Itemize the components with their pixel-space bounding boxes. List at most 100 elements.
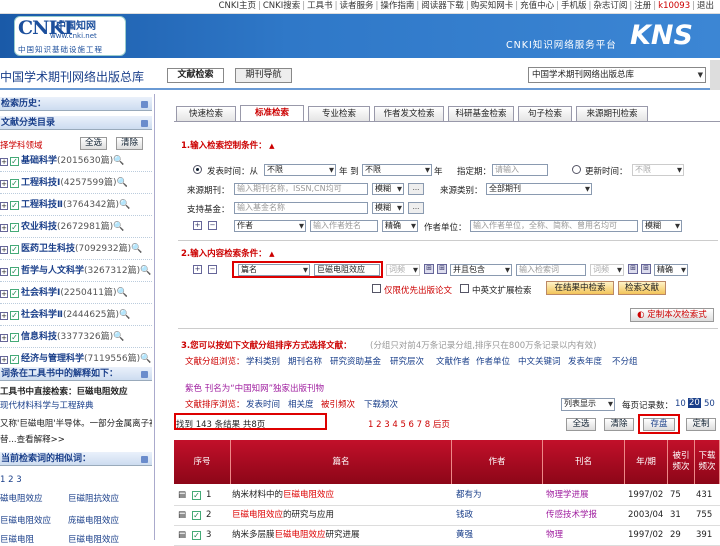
pub-year-radio[interactable]	[193, 165, 202, 174]
magnifier-icon[interactable]: 🔍	[116, 288, 127, 298]
topnav-recharge[interactable]: 充值中心	[520, 1, 554, 11]
magnifier-icon[interactable]: 🔍	[116, 178, 127, 188]
category-name[interactable]: 工程科技Ⅰ	[21, 178, 60, 188]
group-link[interactable]: 研究层次	[390, 355, 424, 367]
sort-downloads[interactable]: 下载频次	[364, 398, 398, 410]
cited-count[interactable]: 75	[670, 486, 681, 505]
group-link[interactable]: 学科类别	[246, 355, 280, 367]
per-page-10[interactable]: 10	[675, 399, 686, 409]
category-checkbox[interactable]: ✓	[10, 311, 19, 320]
term-freq-select[interactable]: 词频	[386, 264, 420, 276]
category-name[interactable]: 基础科学	[21, 156, 57, 166]
update-time-select[interactable]: 不限	[632, 164, 684, 176]
sort-cited[interactable]: 被引频次	[321, 398, 355, 410]
category-name[interactable]: 医药卫生科技	[21, 244, 75, 254]
add-row-icon[interactable]: +	[193, 221, 202, 230]
author-match-select[interactable]: 精确	[382, 220, 418, 232]
category-header[interactable]: 文献分类目录	[0, 116, 152, 130]
category-item[interactable]: + ✓ 农业科技(2672981篇)🔍	[0, 218, 152, 238]
group-link[interactable]: 文献作者	[436, 355, 470, 367]
row-checkbox[interactable]: ✓	[192, 511, 201, 520]
author-field-select[interactable]: 作者	[234, 220, 306, 232]
magnifier-icon[interactable]: 🔍	[113, 156, 124, 166]
database-select[interactable]: 中国学术期刊网络出版总库	[528, 67, 706, 83]
thesaurus2-icon[interactable]: ⊞	[641, 264, 651, 274]
tab-fund-search[interactable]: 科研基金检索	[448, 106, 514, 121]
search-in-results-button[interactable]: 在结果中检索	[546, 281, 614, 295]
expand-icon[interactable]: +	[0, 268, 8, 276]
clear-categories-button[interactable]: 清除	[116, 137, 143, 150]
category-name[interactable]: 哲学与人文科学	[21, 266, 84, 276]
expand-icon[interactable]: +	[0, 246, 8, 254]
specified-period-input[interactable]: 请输入	[492, 164, 548, 176]
clear-results-button[interactable]: 清除	[604, 418, 634, 431]
category-name[interactable]: 社会科学Ⅰ	[21, 288, 60, 298]
article-title-link[interactable]: 巨磁电阻效应的研究与应用	[232, 506, 448, 525]
group-link[interactable]: 中文关键词	[518, 355, 561, 367]
tab-journal-nav[interactable]: 期刊导航	[235, 68, 292, 83]
category-checkbox[interactable]: ✓	[10, 267, 19, 276]
topnav-home[interactable]: CNKI主页	[219, 1, 256, 11]
search-button[interactable]: 检索文献	[618, 281, 666, 295]
category-item[interactable]: + ✓ 工程科技Ⅰ(4257599篇)🔍	[0, 174, 152, 194]
related-words-header[interactable]: 当前检索词的相似词：	[0, 452, 152, 466]
content-field-select[interactable]: 篇名	[238, 264, 310, 276]
topnav-search[interactable]: CNKI搜索	[263, 1, 300, 11]
topnav-reader-download[interactable]: 阅读器下载	[421, 1, 464, 11]
related-word[interactable]: 庞磁电阻效应	[68, 514, 119, 526]
journal-link[interactable]: 物理	[546, 526, 626, 545]
category-checkbox[interactable]: ✓	[10, 333, 19, 342]
category-item[interactable]: + ✓ 基础科学(2015630篇)🔍	[0, 152, 152, 172]
sort-pub-date[interactable]: 发表时间	[246, 398, 280, 410]
expand-icon[interactable]: +	[0, 180, 8, 188]
journal-link[interactable]: 物理学进展	[546, 486, 626, 505]
display-mode-select[interactable]: 列表显示	[561, 398, 615, 411]
category-checkbox[interactable]: ✓	[10, 179, 19, 188]
download-icon[interactable]: ▤	[178, 506, 186, 525]
magnifier-icon[interactable]: 🔍	[113, 332, 124, 342]
expand-icon[interactable]: +	[0, 312, 8, 320]
toolbook-dictionary[interactable]: 现代材料科学与工程辞典	[0, 400, 152, 413]
add-condition-icon[interactable]: +	[193, 265, 202, 274]
related-words-icon[interactable]: ⊞	[424, 264, 434, 274]
magnifier-icon[interactable]: 🔍	[131, 244, 142, 254]
group-link[interactable]: 作者单位	[476, 355, 510, 367]
category-checkbox[interactable]: ✓	[10, 157, 19, 166]
pagination[interactable]: 1 2 3 4 5 6 7 8 后页	[368, 418, 450, 430]
category-item[interactable]: + ✓ 工程科技Ⅱ(3764342篇)🔍	[0, 196, 152, 216]
source-match-select[interactable]: 模糊	[372, 183, 404, 195]
category-item[interactable]: + ✓ 社会科学Ⅰ(2250411篇)🔍	[0, 284, 152, 304]
term-match-select[interactable]: 精确	[654, 264, 688, 276]
customize-button[interactable]: 定制	[686, 418, 716, 431]
category-item[interactable]: + ✓ 哲学与人文科学(3267312篇)🔍	[0, 262, 152, 282]
priority-only-checkbox[interactable]	[372, 284, 381, 293]
topnav-guide[interactable]: 操作指南	[380, 1, 414, 11]
category-checkbox[interactable]: ✓	[10, 223, 19, 232]
expand-icon[interactable]: +	[0, 290, 8, 298]
category-item[interactable]: + ✓ 信息科技(3377326篇)🔍	[0, 328, 152, 348]
tab-quick-search[interactable]: 快速检索	[176, 106, 236, 121]
download-icon[interactable]: ▤	[178, 526, 186, 545]
remove-condition-icon[interactable]: −	[208, 265, 217, 274]
magnifier-icon[interactable]: 🔍	[119, 200, 130, 210]
article-title-link[interactable]: 纳米材料中的巨磁电阻效应	[232, 486, 448, 505]
category-name[interactable]: 工程科技Ⅱ	[21, 200, 63, 210]
magnifier-icon[interactable]: 🔍	[113, 222, 124, 232]
expand-icon[interactable]: +	[0, 158, 8, 166]
cn-en-ext-checkbox[interactable]	[460, 284, 469, 293]
magnifier-icon[interactable]: 🔍	[140, 354, 151, 364]
unit-match-select[interactable]: 模糊	[642, 220, 682, 232]
journal-link[interactable]: 传感技术学报	[546, 506, 626, 525]
author-unit-input[interactable]: 输入作者单位，全称、简称、曾用名均可	[470, 220, 638, 232]
related-word[interactable]: 巨磁电阻效应	[68, 533, 119, 545]
custom-query-button[interactable]: ◐ 定制本次检索式	[630, 308, 714, 322]
search-term2-input[interactable]: 输入检索词	[516, 264, 586, 276]
magnifier-icon[interactable]: 🔍	[140, 266, 151, 276]
category-checkbox[interactable]: ✓	[10, 355, 19, 364]
save-button[interactable]: 存盘	[643, 418, 675, 431]
category-name[interactable]: 经济与管理科学	[21, 354, 84, 364]
source-category-select[interactable]: 全部期刊	[486, 183, 592, 195]
related-word[interactable]: 巨磁阻抗效应	[68, 492, 119, 504]
logic-select[interactable]: 并且包含	[450, 264, 512, 276]
related-word[interactable]: 磁电阻效应	[0, 492, 43, 504]
